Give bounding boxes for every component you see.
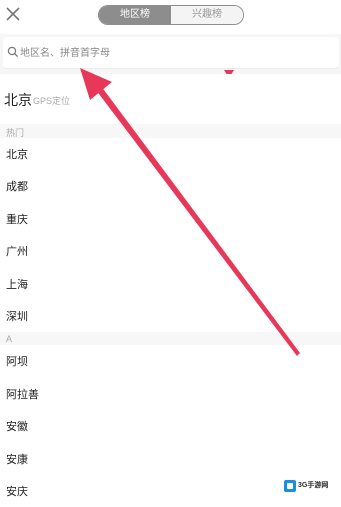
city-name: 成都: [6, 181, 28, 193]
city-item[interactable]: 重庆: [0, 203, 341, 235]
city-name: 阿拉善: [6, 389, 39, 401]
city-item[interactable]: 成都: [0, 170, 341, 202]
city-item[interactable]: 上海: [0, 268, 341, 300]
city-name: 北京: [6, 149, 28, 161]
gps-city: 北京: [4, 92, 32, 108]
ranking-tab-switch: 地区榜 兴趣榜: [98, 5, 244, 25]
city-item[interactable]: 安徽: [0, 410, 341, 442]
watermark-text: 3G手游网: [298, 482, 329, 489]
gps-tag: GPS定位: [33, 96, 71, 106]
city-item[interactable]: 北京: [0, 138, 341, 170]
tab-interest-ranking[interactable]: 兴趣榜: [171, 6, 243, 24]
search-box: [3, 37, 339, 69]
city-item[interactable]: 阿拉善: [0, 378, 341, 410]
search-icon: [7, 46, 19, 58]
search-bar: [0, 34, 341, 74]
city-name: 阿坝: [6, 356, 28, 368]
city-name: 安庆: [6, 486, 28, 498]
city-name: 上海: [6, 279, 28, 291]
city-item[interactable]: 广州: [0, 235, 341, 267]
gps-location[interactable]: 北京 GPS定位: [0, 74, 341, 124]
city-name: 广州: [6, 246, 28, 258]
city-item[interactable]: 阿坝: [0, 345, 341, 377]
watermark-logo: 3G手游网: [284, 478, 336, 494]
city-name: 重庆: [6, 214, 28, 226]
section-title: A: [6, 334, 13, 344]
top-bar: 地区榜 兴趣榜: [0, 0, 341, 34]
city-name: 安徽: [6, 421, 28, 433]
city-item[interactable]: 安康: [0, 443, 341, 475]
city-name: 深圳: [6, 311, 28, 323]
search-input[interactable]: [20, 44, 320, 62]
watermark-icon: [284, 480, 296, 492]
close-icon[interactable]: [5, 6, 21, 22]
city-item[interactable]: 深圳: [0, 300, 341, 332]
city-name: 安康: [6, 454, 28, 466]
tab-region-ranking[interactable]: 地区榜: [99, 6, 171, 24]
